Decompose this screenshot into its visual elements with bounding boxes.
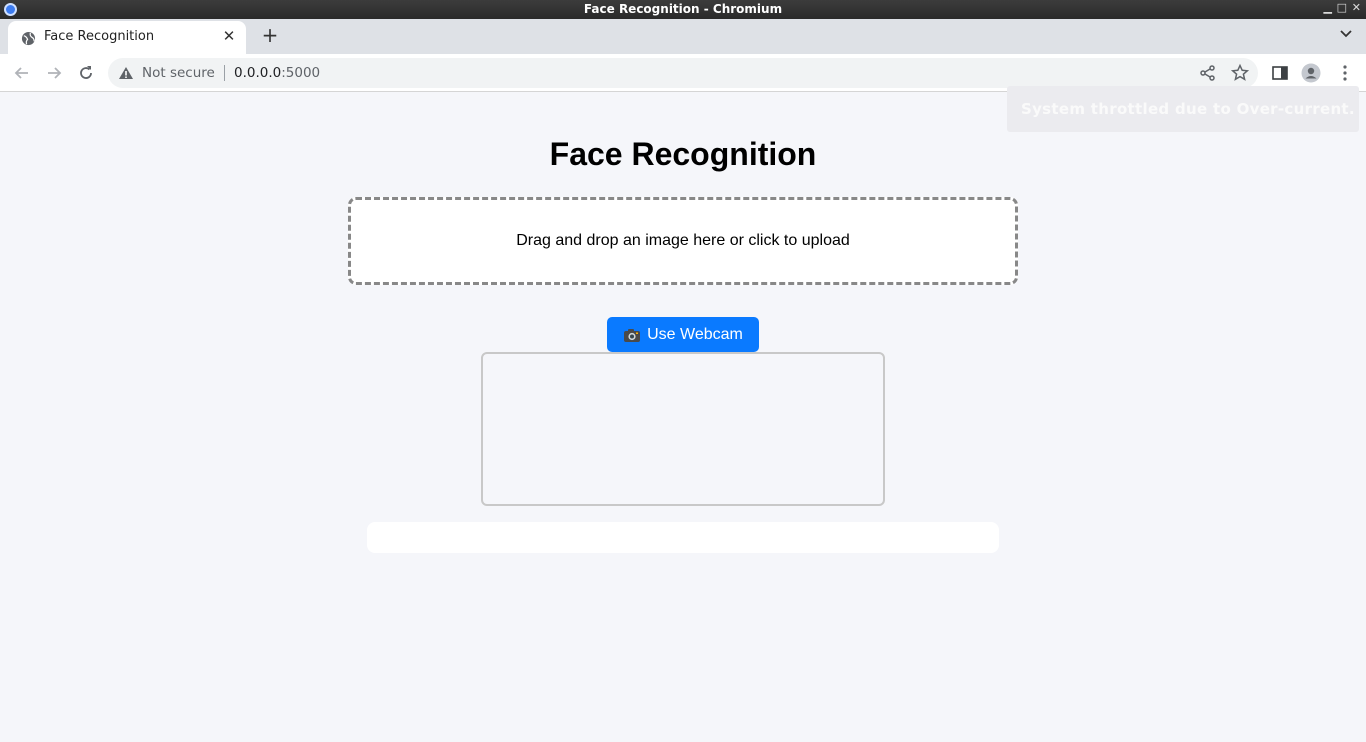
window-close-icon[interactable]: ✕ [1352, 1, 1361, 14]
dropzone-text: Drag and drop an image here or click to … [516, 232, 850, 249]
use-webcam-button[interactable]: Use Webcam [607, 317, 759, 352]
globe-icon [21, 31, 36, 46]
star-icon[interactable] [1230, 63, 1250, 83]
security-label[interactable]: Not secure [142, 65, 215, 81]
system-notification[interactable]: System throttled due to Over-current. [1007, 86, 1359, 132]
url-host: 0.0.0.0 [234, 65, 282, 81]
url-port: :5000 [281, 65, 321, 81]
result-panel [367, 522, 999, 553]
window-title: Face Recognition - Chromium [583, 2, 783, 16]
menu-icon[interactable] [1335, 63, 1355, 83]
address-bar[interactable]: Not secure 0.0.0.0:5000 [108, 58, 1258, 88]
reload-icon[interactable] [76, 63, 96, 83]
image-dropzone[interactable]: Drag and drop an image here or click to … [348, 197, 1018, 285]
profile-icon[interactable] [1301, 63, 1321, 83]
warning-icon[interactable] [118, 66, 134, 80]
page-title: Face Recognition [549, 136, 817, 172]
close-icon[interactable]: ✕ [220, 27, 238, 45]
back-icon[interactable] [12, 63, 32, 83]
camera-icon [624, 328, 641, 342]
webcam-video-area [481, 352, 885, 506]
url-text[interactable]: 0.0.0.0:5000 [234, 65, 320, 81]
tab-title: Face Recognition [44, 29, 155, 44]
use-webcam-label: Use Webcam [647, 325, 743, 343]
minimize-icon[interactable]: ▁ [1324, 1, 1332, 14]
share-icon[interactable] [1198, 63, 1218, 83]
maximize-icon[interactable]: □ [1337, 1, 1347, 14]
tab-face-recognition[interactable]: Face Recognition ✕ [8, 21, 246, 54]
chevron-down-icon[interactable] [1338, 25, 1354, 41]
window-titlebar: Face Recognition - Chromium ▁ □ ✕ [0, 0, 1366, 19]
tab-strip: Face Recognition ✕ + [0, 19, 1366, 54]
forward-icon[interactable] [44, 63, 64, 83]
omnibox-divider [224, 65, 225, 81]
plus-icon[interactable]: + [258, 23, 282, 47]
sidepanel-icon[interactable] [1270, 63, 1290, 83]
